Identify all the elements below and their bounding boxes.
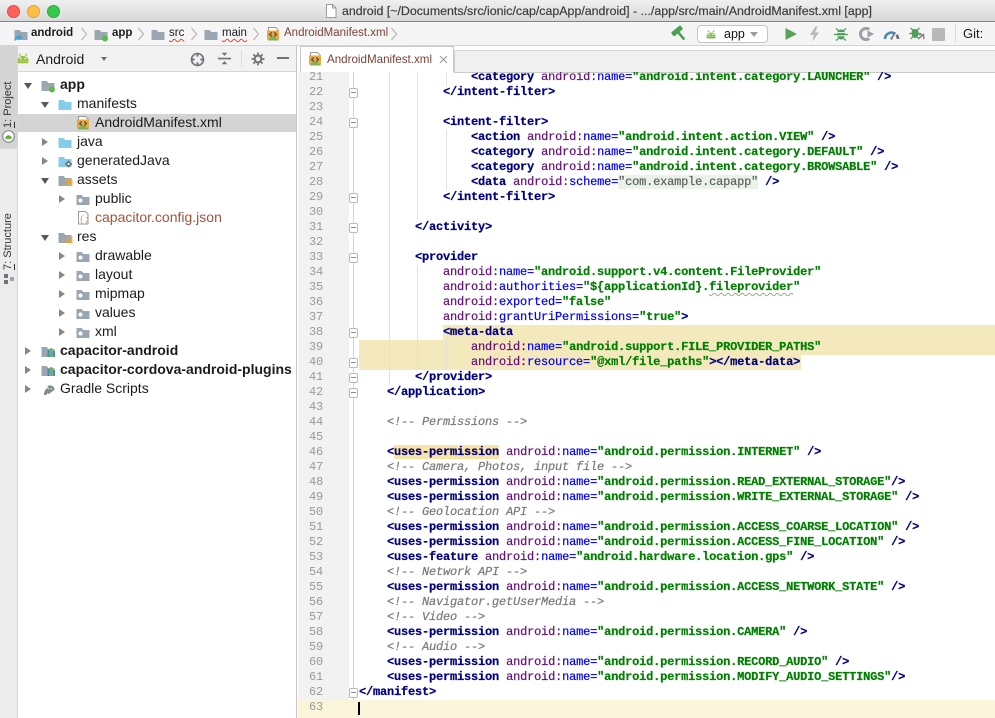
- svg-text:{;: {;: [79, 215, 90, 225]
